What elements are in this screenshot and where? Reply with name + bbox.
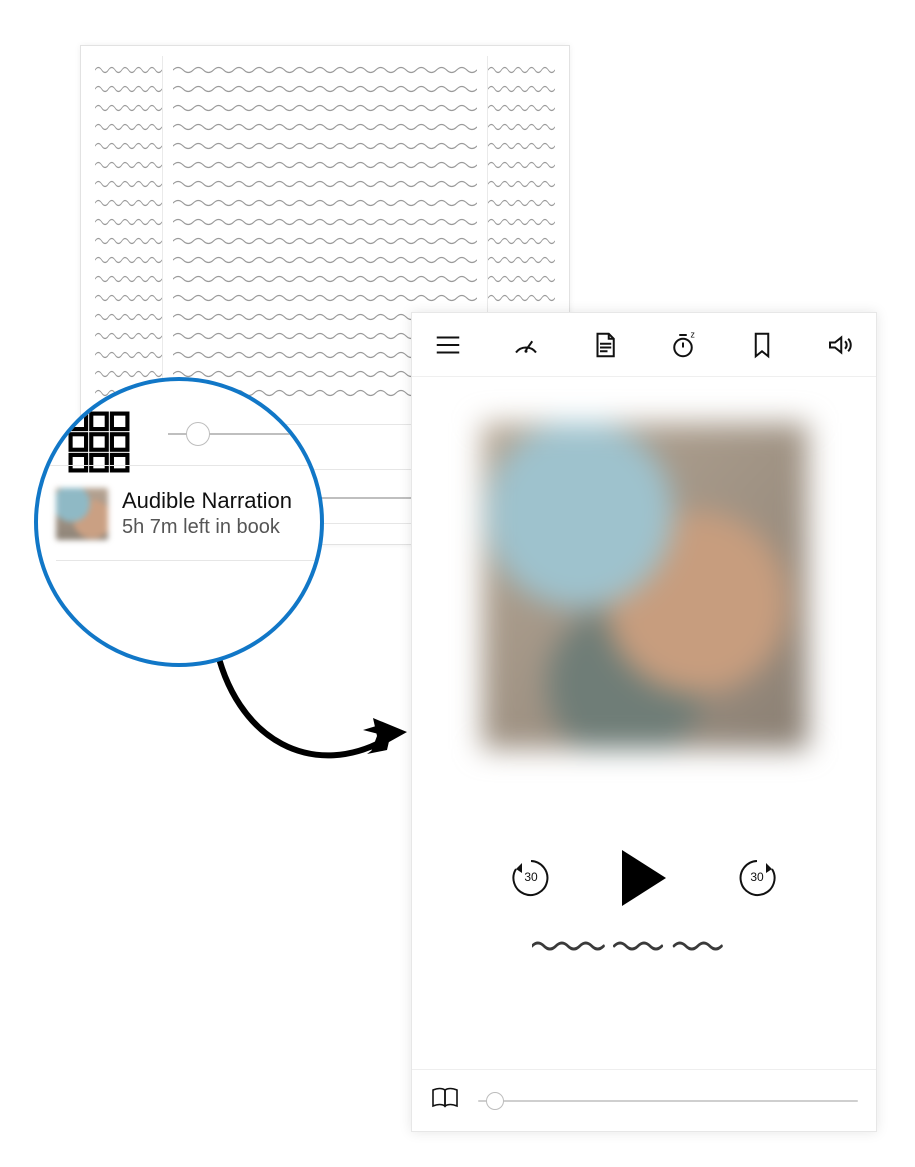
audible-title: Audible Narration <box>122 487 292 515</box>
skip-forward-seconds: 30 <box>734 870 780 884</box>
audible-time-remaining: 5h 7m left in book <box>122 514 292 540</box>
svg-text:z: z <box>691 330 695 340</box>
player-footer <box>412 1069 876 1131</box>
skip-forward-button[interactable]: 30 <box>734 855 780 901</box>
bookmark-icon[interactable] <box>744 327 780 363</box>
document-icon[interactable] <box>587 327 623 363</box>
play-button[interactable] <box>622 850 666 906</box>
sleep-timer-icon[interactable]: z <box>665 327 701 363</box>
audible-narration-row[interactable]: Audible Narration 5h 7m left in book <box>56 481 320 561</box>
chapter-title-placeholder <box>532 938 756 954</box>
transport-controls: 30 30 <box>412 833 876 923</box>
speed-gauge-icon[interactable] <box>508 327 544 363</box>
grid-icon[interactable] <box>68 411 130 473</box>
slider-knob[interactable] <box>486 1092 504 1110</box>
slider-knob[interactable] <box>186 422 210 446</box>
menu-icon[interactable] <box>430 327 466 363</box>
book-cover <box>482 423 808 749</box>
audible-narration-labels: Audible Narration 5h 7m left in book <box>122 487 292 541</box>
playback-progress-slider[interactable] <box>478 1100 858 1102</box>
reader-progress-slider[interactable] <box>168 433 320 435</box>
volume-icon[interactable] <box>822 327 858 363</box>
player-toolbar: z <box>412 313 876 377</box>
book-cover-thumb <box>56 488 108 540</box>
skip-back-button[interactable]: 30 <box>508 855 554 901</box>
divider <box>38 465 320 466</box>
audible-player: z 30 30 <box>411 312 877 1132</box>
callout-circle: Audible Narration 5h 7m left in book <box>34 377 324 667</box>
skip-back-seconds: 30 <box>508 870 554 884</box>
page-gutter-left: document.write(Array.from({length:18}).m… <box>95 56 163 424</box>
open-book-icon[interactable] <box>430 1086 460 1115</box>
